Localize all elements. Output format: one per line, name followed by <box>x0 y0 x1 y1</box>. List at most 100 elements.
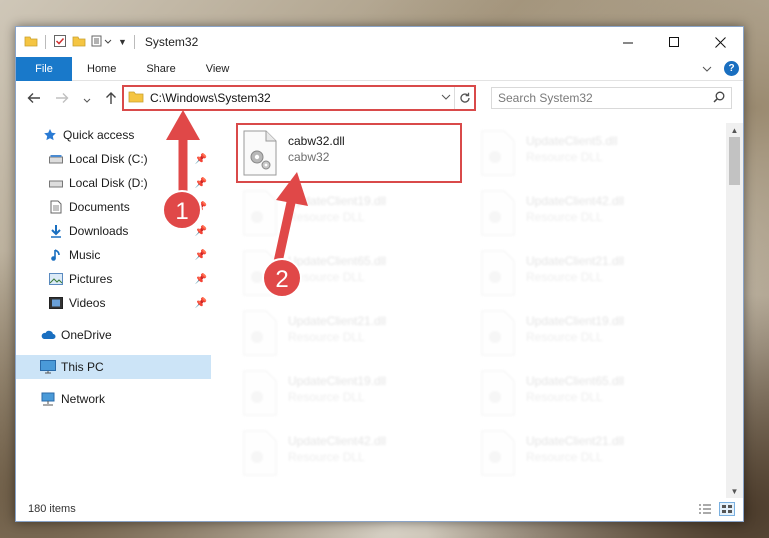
toolbar-separator <box>133 35 135 49</box>
file-text: UpdateClient19.dll Resource DLL <box>288 187 386 225</box>
sidebar-item-pictures[interactable]: Pictures 📌 <box>16 267 211 291</box>
tab-home[interactable]: Home <box>72 57 131 81</box>
help-icon[interactable]: ? <box>724 61 739 76</box>
refresh-icon[interactable] <box>454 87 474 109</box>
sidebar-item-onedrive[interactable]: OneDrive <box>16 323 211 347</box>
sidebar-item-label: Local Disk (D:) <box>69 176 148 190</box>
sidebar-item-network[interactable]: Network <box>16 387 211 411</box>
address-bar[interactable]: C:\Windows\System32 <box>122 85 476 111</box>
search-box[interactable]: Search System32 <box>491 87 732 109</box>
dll-file-icon <box>243 310 277 356</box>
sidebar-item-label: Documents <box>69 200 130 214</box>
window-controls <box>605 27 743 57</box>
address-path[interactable]: C:\Windows\System32 <box>150 91 438 105</box>
search-icon[interactable] <box>713 91 725 106</box>
file-item[interactable]: UpdateClient21.dll Resource DLL <box>478 247 708 303</box>
dll-file-icon <box>243 250 277 296</box>
file-item[interactable]: UpdateClient19.dll Resource DLL <box>240 367 470 423</box>
videos-icon <box>47 297 65 309</box>
sidebar-item-music[interactable]: Music 📌 <box>16 243 211 267</box>
tiles-view-icon[interactable] <box>719 502 735 516</box>
nav-buttons <box>16 91 117 108</box>
tab-share[interactable]: Share <box>131 57 190 81</box>
pin-icon: 📌 <box>194 201 207 213</box>
file-type: Resource DLL <box>526 450 603 464</box>
sidebar-item-downloads[interactable]: Downloads 📌 <box>16 219 211 243</box>
scroll-down-icon[interactable]: ▼ <box>726 484 743 498</box>
details-view-icon[interactable] <box>697 502 713 516</box>
file-text: UpdateClient19.dll Resource DLL <box>526 307 624 345</box>
vertical-scrollbar[interactable]: ▲ ▼ <box>726 123 743 498</box>
up-arrow-icon[interactable] <box>105 91 117 108</box>
sidebar-item-local-disk-c[interactable]: Local Disk (C:) 📌 <box>16 147 211 171</box>
sidebar-item-label: Music <box>69 248 101 262</box>
forward-arrow-icon[interactable] <box>55 91 69 107</box>
file-name: UpdateClient19.dll <box>288 374 387 388</box>
file-item[interactable]: UpdateClient42.dll Resource DLL <box>478 187 708 243</box>
navigation-pane: Quick access Local Disk (C:) 📌 Local Dis… <box>16 123 211 493</box>
file-type: Resource DLL <box>526 270 603 284</box>
file-name: UpdateClient19.dll <box>288 194 387 208</box>
file-name: UpdateClient21.dll <box>526 254 625 268</box>
dll-file-icon <box>481 430 515 476</box>
search-input[interactable]: Search System32 <box>498 91 593 105</box>
file-text: UpdateClient42.dll Resource DLL <box>288 427 386 465</box>
sidebar-item-local-disk-d[interactable]: Local Disk (D:) 📌 <box>16 171 211 195</box>
dll-file-icon <box>243 370 277 416</box>
folder-icon <box>128 90 144 106</box>
sidebar-item-label: This PC <box>61 360 104 374</box>
file-text: UpdateClient19.dll Resource DLL <box>288 367 386 405</box>
drive-icon <box>47 154 65 164</box>
minimize-button[interactable] <box>605 27 651 57</box>
file-text: UpdateClient65.dll Resource DLL <box>288 247 386 285</box>
dll-file-icon <box>243 190 277 236</box>
quick-access-toolbar: ▼ <box>16 34 137 51</box>
file-item[interactable]: UpdateClient65.dll Resource DLL <box>478 367 708 423</box>
sidebar-item-label: Local Disk (C:) <box>69 152 148 166</box>
file-type: Resource DLL <box>288 450 365 464</box>
file-name: UpdateClient21.dll <box>288 314 387 328</box>
file-item[interactable]: UpdateClient21.dll Resource DLL <box>478 427 708 483</box>
file-item[interactable]: UpdateClient65.dll Resource DLL <box>240 247 470 303</box>
sidebar-item-label: Pictures <box>69 272 113 286</box>
toolbar-dropdown-icon[interactable]: ▼ <box>118 37 127 47</box>
new-folder-icon[interactable] <box>72 35 86 50</box>
file-item[interactable]: UpdateClient19.dll Resource DLL <box>478 307 708 363</box>
recent-locations-icon[interactable] <box>83 91 91 107</box>
music-icon <box>47 248 65 262</box>
sidebar-item-documents[interactable]: Documents 📌 <box>16 195 211 219</box>
file-text: UpdateClient21.dll Resource DLL <box>526 247 624 285</box>
file-type: Resource DLL <box>526 330 603 344</box>
sidebar-item-label: Downloads <box>69 224 129 238</box>
expand-ribbon-icon[interactable] <box>702 62 712 76</box>
title-bar: ▼ System32 <box>16 27 743 57</box>
file-type: Resource DLL <box>288 390 365 404</box>
pin-icon: 📌 <box>194 225 207 237</box>
file-item[interactable]: UpdateClient42.dll Resource DLL <box>240 427 470 483</box>
toolbar-separator <box>45 35 46 49</box>
sidebar-item-label: Videos <box>69 296 106 310</box>
sidebar-item-videos[interactable]: Videos 📌 <box>16 291 211 315</box>
tab-view[interactable]: View <box>191 57 245 81</box>
ribbon-right: ? <box>702 61 743 76</box>
file-name: UpdateClient42.dll <box>288 434 387 448</box>
sidebar-item-quick-access[interactable]: Quick access <box>16 123 211 147</box>
file-item[interactable]: UpdateClient19.dll Resource DLL <box>240 187 470 243</box>
address-dropdown-icon[interactable] <box>438 93 454 104</box>
file-item[interactable]: UpdateClient21.dll Resource DLL <box>240 307 470 363</box>
maximize-button[interactable] <box>651 27 697 57</box>
close-button[interactable] <box>697 27 743 57</box>
file-name: UpdateClient42.dll <box>526 194 625 208</box>
back-arrow-icon[interactable] <box>27 91 41 107</box>
tab-file[interactable]: File <box>16 56 72 81</box>
sidebar-item-this-pc[interactable]: This PC <box>16 355 211 379</box>
pin-icon: 📌 <box>194 177 207 189</box>
file-text: UpdateClient65.dll Resource DLL <box>526 367 624 405</box>
scroll-up-icon[interactable]: ▲ <box>726 123 743 137</box>
properties-icon[interactable] <box>53 34 67 51</box>
ribbon-tabs: File Home Share View ? <box>16 56 743 81</box>
scrollbar-thumb[interactable] <box>729 137 740 185</box>
file-name: UpdateClient65.dll <box>288 254 387 268</box>
file-item[interactable]: UpdateClient5.dll Resource DLL <box>478 127 708 183</box>
customize-toolbar-icon[interactable] <box>91 35 113 50</box>
